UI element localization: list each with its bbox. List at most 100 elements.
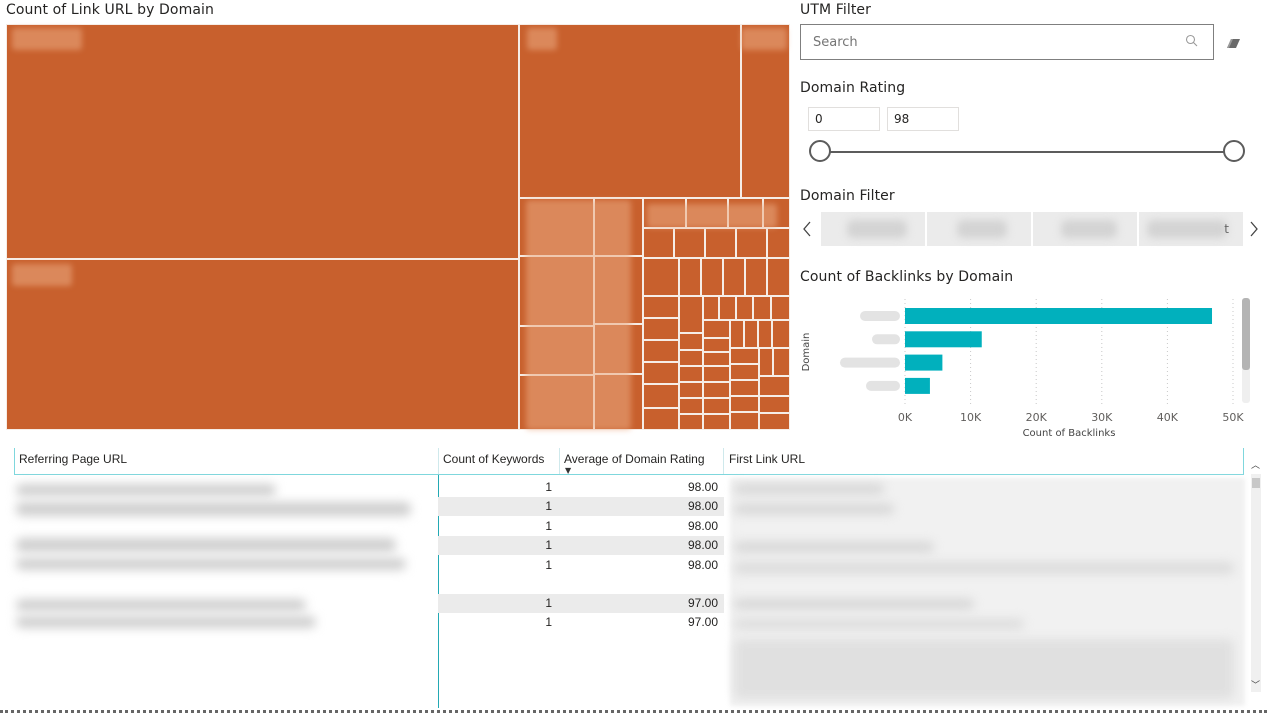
treemap-tile[interactable] — [730, 364, 759, 380]
domain-chip-4[interactable]: t — [1139, 212, 1243, 246]
treemap-tile[interactable] — [772, 320, 790, 348]
utm-search-box[interactable] — [800, 24, 1214, 60]
treemap-tile[interactable] — [643, 318, 679, 340]
treemap-tile[interactable] — [643, 340, 679, 362]
treemap-tile[interactable] — [679, 258, 701, 296]
treemap-tile[interactable] — [767, 258, 790, 296]
table-row[interactable]: 1 98.00 — [438, 478, 724, 497]
redacted-referring-url — [16, 502, 411, 516]
eraser-icon[interactable] — [1226, 35, 1242, 54]
bar-chart-x-tick-label: 50K — [1222, 411, 1244, 424]
chevron-up-icon[interactable]: ︿ — [1251, 458, 1260, 471]
treemap-tile[interactable] — [703, 320, 730, 338]
treemap-tile[interactable] — [703, 352, 730, 366]
treemap-tile[interactable] — [758, 320, 772, 348]
treemap-tile[interactable] — [679, 414, 703, 430]
treemap-tile[interactable] — [730, 396, 759, 412]
treemap-tile[interactable] — [744, 320, 758, 348]
utm-filter-title: UTM Filter — [800, 2, 871, 18]
search-icon[interactable] — [1185, 33, 1199, 52]
table-row[interactable]: 1 97.00 — [438, 613, 724, 632]
chevron-right-icon[interactable] — [1249, 220, 1259, 242]
table-row[interactable]: 1 98.00 — [438, 536, 724, 555]
treemap-tile[interactable] — [730, 412, 759, 430]
redacted-referring-url — [16, 484, 276, 496]
cell-count-of-keywords: 1 — [545, 519, 552, 533]
bar-chart-bar[interactable] — [905, 354, 943, 371]
bar-chart-bar[interactable] — [905, 331, 982, 348]
treemap-tile[interactable] — [745, 258, 767, 296]
treemap-tile[interactable] — [643, 258, 679, 296]
treemap-tile[interactable] — [759, 348, 773, 376]
treemap-tile[interactable] — [759, 396, 790, 413]
treemap-tile[interactable] — [730, 348, 759, 364]
domain-chip-3[interactable] — [1033, 212, 1137, 246]
treemap-tile[interactable] — [643, 228, 674, 258]
treemap-tile[interactable] — [719, 296, 736, 320]
treemap-tile[interactable] — [759, 376, 790, 396]
table-scrollbar-track[interactable] — [1251, 474, 1261, 692]
treemap-tile[interactable] — [703, 296, 719, 320]
treemap-tile[interactable] — [6, 24, 519, 259]
chevron-down-icon[interactable]: ﹀ — [1251, 678, 1260, 691]
treemap-tile[interactable] — [767, 228, 790, 258]
domain-chip-2[interactable] — [927, 212, 1031, 246]
table-scrollbar-thumb[interactable] — [1252, 478, 1260, 488]
treemap-tile[interactable] — [643, 408, 679, 430]
domain-rating-max-handle[interactable] — [1223, 140, 1245, 162]
treemap-tile[interactable] — [643, 362, 679, 384]
treemap-tile[interactable] — [679, 398, 703, 414]
treemap-tile[interactable] — [643, 384, 679, 408]
domain-rating-min-input[interactable]: 0 — [808, 107, 880, 131]
column-header-count-of-keywords[interactable]: Count of Keywords — [443, 444, 544, 474]
bar-chart-bar[interactable] — [905, 308, 1213, 324]
bar-chart-scrollbar-thumb[interactable] — [1242, 298, 1250, 370]
treemap-tile[interactable] — [730, 380, 759, 396]
backlinks-bar-chart[interactable]: 0K 10K 20K 30K 40K 50K Domain Count of Backli… — [800, 295, 1260, 440]
redacted-first-link-url — [734, 542, 934, 552]
treemap-tile[interactable] — [703, 338, 730, 352]
column-header-average-of-domain-rating[interactable]: Average of Domain Rating — [564, 444, 705, 474]
domain-rating-min-handle[interactable] — [809, 140, 831, 162]
treemap-tile[interactable] — [741, 24, 790, 198]
table-row[interactable]: 1 98.00 — [438, 517, 724, 536]
bar-chart-y-axis-label: Domain — [801, 333, 812, 372]
treemap-tile[interactable] — [736, 228, 767, 258]
treemap-tile[interactable] — [703, 398, 730, 414]
treemap-chart[interactable] — [6, 24, 790, 430]
treemap-tile[interactable] — [679, 366, 703, 382]
treemap-tile[interactable] — [679, 333, 703, 350]
treemap-tile[interactable] — [723, 258, 745, 296]
table-row[interactable]: 1 98.00 — [438, 556, 724, 594]
treemap-tile[interactable] — [705, 228, 736, 258]
column-header-first-link-url[interactable]: First Link URL — [729, 444, 805, 474]
column-header-referring-page-url[interactable]: Referring Page URL — [19, 444, 127, 474]
treemap-tile[interactable] — [674, 228, 705, 258]
treemap-tile[interactable] — [519, 24, 741, 198]
treemap-tile[interactable] — [753, 296, 771, 320]
domain-rating-max-input[interactable]: 98 — [887, 107, 959, 131]
treemap-tile[interactable] — [771, 296, 790, 320]
table-row[interactable]: 1 97.00 — [438, 594, 724, 613]
table-row[interactable]: 1 98.00 — [438, 497, 724, 516]
redacted-first-link-url — [734, 484, 884, 494]
domain-rating-slider-track[interactable] — [821, 151, 1234, 153]
treemap-tile[interactable] — [701, 258, 723, 296]
chevron-left-icon[interactable] — [802, 220, 812, 242]
treemap-tile[interactable] — [730, 320, 744, 348]
treemap-tile[interactable] — [679, 296, 703, 333]
treemap-tile[interactable] — [703, 382, 730, 398]
treemap-tile[interactable] — [759, 413, 790, 430]
bar-chart-bar[interactable] — [905, 377, 930, 394]
treemap-tile[interactable] — [643, 296, 679, 318]
treemap-tile[interactable] — [679, 350, 703, 366]
treemap-tile[interactable] — [703, 366, 730, 382]
sort-descending-icon[interactable]: ▼ — [565, 466, 571, 475]
treemap-tile[interactable] — [679, 382, 703, 398]
treemap-tile[interactable] — [773, 348, 790, 376]
treemap-tile[interactable] — [703, 414, 730, 430]
utm-search-input[interactable] — [811, 25, 1175, 59]
treemap-tile[interactable] — [6, 259, 519, 430]
treemap-tile[interactable] — [736, 296, 753, 320]
domain-chip-1[interactable] — [821, 212, 925, 246]
